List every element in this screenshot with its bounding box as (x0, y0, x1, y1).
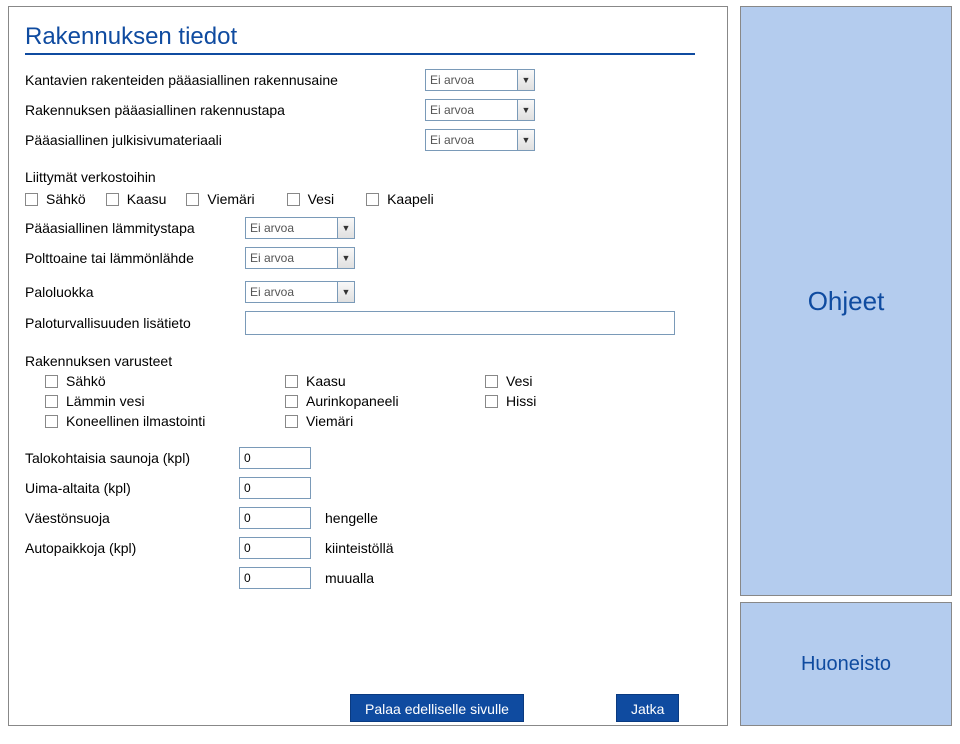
chevron-down-icon: ▼ (517, 130, 534, 150)
page-title: Rakennuksen tiedot (25, 23, 711, 51)
row-method: Rakennuksen pääasiallinen rakennustapa E… (25, 99, 711, 121)
input-parking-onsite[interactable]: 0 (239, 537, 311, 559)
row-heat-method: Pääasiallinen lämmitystapa Ei arvoa ▼ (25, 217, 711, 239)
label-equipment: Rakennuksen varusteet (25, 353, 711, 369)
input-shelter[interactable]: 0 (239, 507, 311, 529)
row-fire-info: Paloturvallisuuden lisätieto (25, 311, 711, 335)
label-sauna: Talokohtaisia saunoja (kpl) (25, 450, 239, 466)
cb-label: Koneellinen ilmastointi (66, 413, 205, 429)
input-parking-elsewhere[interactable]: 0 (239, 567, 311, 589)
row-facade: Pääasiallinen julkisivumateriaali Ei arv… (25, 129, 711, 151)
section-panel: Huoneisto (740, 602, 952, 726)
cb-label: Kaasu (127, 191, 167, 207)
next-button[interactable]: Jatka (616, 694, 679, 722)
select-heat-method-value: Ei arvoa (250, 221, 294, 235)
select-fuel-value: Ei arvoa (250, 251, 294, 265)
select-heat-method[interactable]: Ei arvoa ▼ (245, 217, 355, 239)
input-pool[interactable]: 0 (239, 477, 311, 499)
cb-label: Kaapeli (387, 191, 434, 207)
label-shelter: Väestönsuoja (25, 510, 239, 526)
select-fire-class-value: Ei arvoa (250, 285, 294, 299)
checkbox-eq-viemari[interactable] (285, 415, 298, 428)
row-sauna: Talokohtaisia saunoja (kpl) 0 (25, 447, 711, 469)
row-pool: Uima-altaita (kpl) 0 (25, 477, 711, 499)
equipment-grid: Sähkö Kaasu Vesi Lämmin vesi Aurinkopane… (45, 373, 711, 429)
chevron-down-icon: ▼ (337, 248, 354, 268)
cb-label: Sähkö (66, 373, 106, 389)
label-heat-method: Pääasiallinen lämmitystapa (25, 220, 245, 236)
checkbox-eq-sahko[interactable] (45, 375, 58, 388)
checkbox-kaapeli[interactable] (366, 193, 379, 206)
row-material: Kantavien rakenteiden pääasiallinen rake… (25, 69, 711, 91)
label-parking: Autopaikkoja (kpl) (25, 540, 239, 556)
cb-label: Kaasu (306, 373, 346, 389)
help-title: Ohjeet (808, 286, 885, 317)
label-fire-info: Paloturvallisuuden lisätieto (25, 315, 245, 331)
select-facade[interactable]: Ei arvoa ▼ (425, 129, 535, 151)
checkbox-vesi[interactable] (287, 193, 300, 206)
suffix-parking-onsite: kiinteistöllä (325, 540, 393, 556)
input-sauna[interactable]: 0 (239, 447, 311, 469)
title-divider (25, 53, 695, 55)
checkbox-eq-aurinko[interactable] (285, 395, 298, 408)
label-networks: Liittymät verkostoihin (25, 169, 711, 185)
select-material-value: Ei arvoa (430, 73, 474, 87)
cb-label: Sähkö (46, 191, 86, 207)
networks-checkboxes: Sähkö Kaasu Viemäri Vesi Kaapeli (25, 191, 711, 207)
cb-label: Aurinkopaneeli (306, 393, 399, 409)
row-fuel: Polttoaine tai lämmönlähde Ei arvoa ▼ (25, 247, 711, 269)
label-method: Rakennuksen pääasiallinen rakennustapa (25, 102, 425, 118)
label-fire-class: Paloluokka (25, 284, 245, 300)
input-fire-info[interactable] (245, 311, 675, 335)
checkbox-eq-vesi[interactable] (485, 375, 498, 388)
back-button[interactable]: Palaa edelliselle sivulle (350, 694, 524, 722)
cb-label: Viemäri (207, 191, 254, 207)
row-shelter: Väestönsuoja 0 hengelle (25, 507, 711, 529)
suffix-shelter: hengelle (325, 510, 378, 526)
chevron-down-icon: ▼ (517, 100, 534, 120)
checkbox-eq-hissi[interactable] (485, 395, 498, 408)
select-facade-value: Ei arvoa (430, 133, 474, 147)
chevron-down-icon: ▼ (337, 218, 354, 238)
row-parking2: 0 muualla (25, 567, 711, 589)
chevron-down-icon: ▼ (517, 70, 534, 90)
checkbox-viemari[interactable] (186, 193, 199, 206)
cb-label: Vesi (308, 191, 334, 207)
chevron-down-icon: ▼ (337, 282, 354, 302)
checkbox-eq-kaasu[interactable] (285, 375, 298, 388)
cb-label: Vesi (506, 373, 532, 389)
select-method-value: Ei arvoa (430, 103, 474, 117)
checkbox-kaasu[interactable] (106, 193, 119, 206)
cb-label: Hissi (506, 393, 536, 409)
select-fire-class[interactable]: Ei arvoa ▼ (245, 281, 355, 303)
section-title: Huoneisto (801, 653, 891, 676)
main-panel: Rakennuksen tiedot Kantavien rakenteiden… (8, 6, 728, 726)
checkbox-eq-lammin[interactable] (45, 395, 58, 408)
label-pool: Uima-altaita (kpl) (25, 480, 239, 496)
suffix-parking-elsewhere: muualla (325, 570, 374, 586)
help-panel: Ohjeet (740, 6, 952, 596)
select-material[interactable]: Ei arvoa ▼ (425, 69, 535, 91)
cb-label: Lämmin vesi (66, 393, 145, 409)
row-fire-class: Paloluokka Ei arvoa ▼ (25, 281, 711, 303)
label-fuel: Polttoaine tai lämmönlähde (25, 250, 245, 266)
checkbox-eq-ilmastointi[interactable] (45, 415, 58, 428)
label-material: Kantavien rakenteiden pääasiallinen rake… (25, 72, 425, 88)
cb-label: Viemäri (306, 413, 353, 429)
select-fuel[interactable]: Ei arvoa ▼ (245, 247, 355, 269)
row-parking: Autopaikkoja (kpl) 0 kiinteistöllä (25, 537, 711, 559)
label-facade: Pääasiallinen julkisivumateriaali (25, 132, 425, 148)
checkbox-sahko[interactable] (25, 193, 38, 206)
select-method[interactable]: Ei arvoa ▼ (425, 99, 535, 121)
